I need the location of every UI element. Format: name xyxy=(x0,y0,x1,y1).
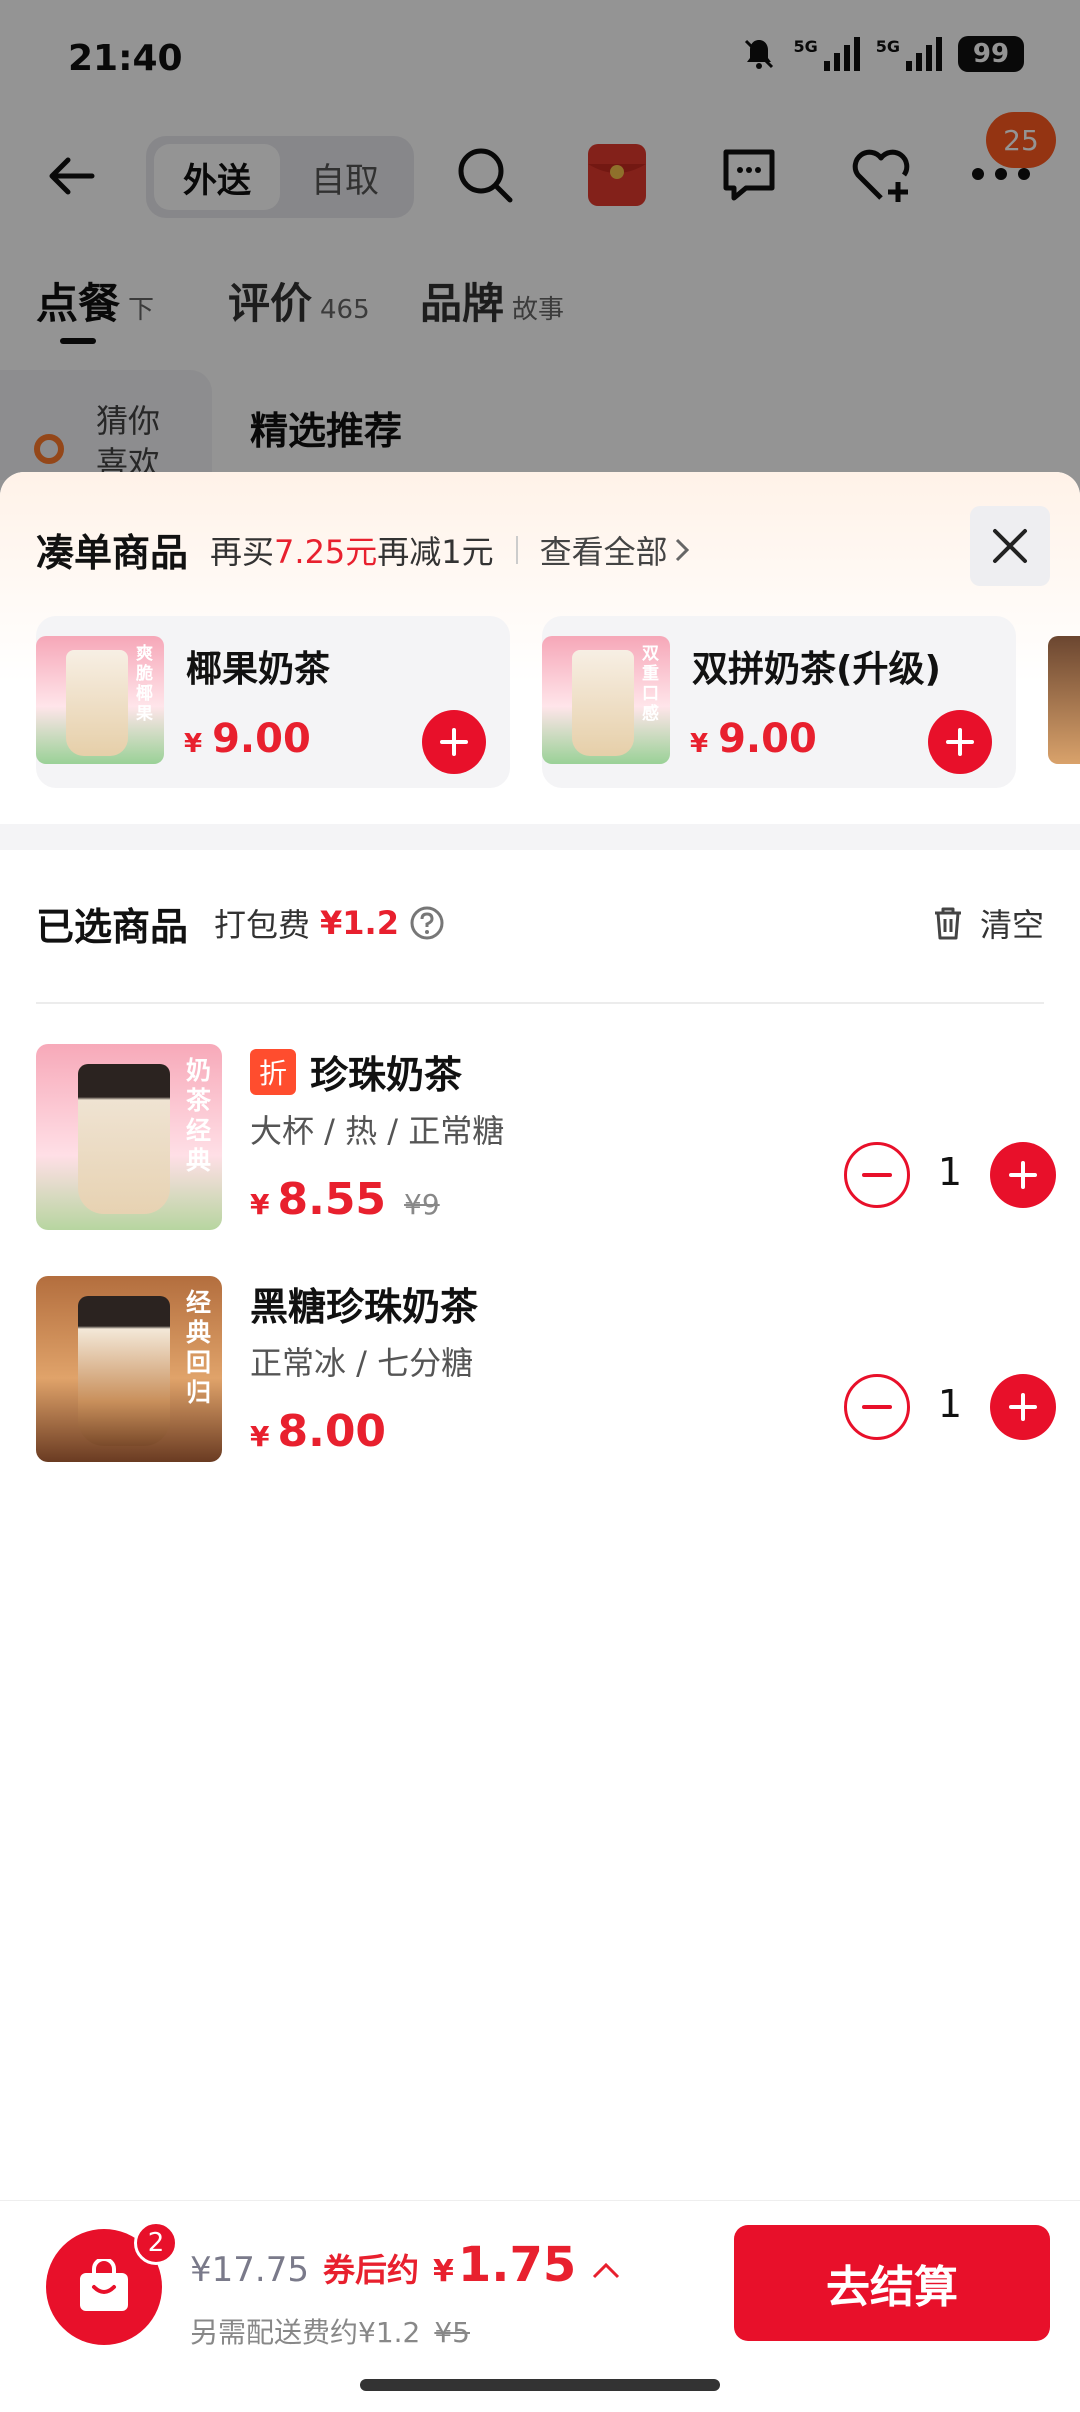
item-name-row: 折 珍珠奶茶 xyxy=(250,1044,462,1099)
addon-list[interactable]: 爽脆椰果 椰果奶茶 ¥9.00 双重口感 双拼奶茶(升级) ¥9.00 xyxy=(0,616,1080,792)
close-button[interactable] xyxy=(970,506,1050,586)
addon-price: ¥9.00 xyxy=(690,716,817,762)
decrease-button[interactable] xyxy=(844,1142,910,1208)
total-line[interactable]: ¥17.75 券后约 ¥1.75 xyxy=(190,2237,622,2293)
delivery-fee-line: 另需配送费约¥1.2 ¥5 xyxy=(190,2311,470,2351)
cart-sheet: 凑单商品 再买7.25元再减1元 查看全部 爽脆椰果 椰果奶茶 ¥9.00 双重… xyxy=(0,472,1080,2412)
addon-card[interactable]: 爽脆椰果 椰果奶茶 ¥9.00 xyxy=(36,616,510,788)
addon-name: 椰果奶茶 xyxy=(186,649,331,690)
image-caption: 爽脆椰果 xyxy=(136,644,153,724)
selected-title: 已选商品 xyxy=(36,905,189,949)
chevron-right-icon xyxy=(675,538,689,561)
item-price: ¥ 8.00 xyxy=(250,1406,387,1457)
add-button[interactable] xyxy=(928,710,992,774)
product-image: 奶茶经典 xyxy=(36,1044,222,1230)
decrease-button[interactable] xyxy=(844,1374,910,1440)
quantity-value: 1 xyxy=(937,1150,963,1194)
help-icon[interactable] xyxy=(409,905,445,941)
quantity-value: 1 xyxy=(937,1382,963,1426)
addon-section: 凑单商品 再买7.25元再减1元 查看全部 爽脆椰果 椰果奶茶 ¥9.00 双重… xyxy=(0,472,1080,824)
image-caption: 经典回归 xyxy=(186,1288,212,1407)
packing-fee-label: 打包费 xyxy=(214,906,311,944)
increase-button[interactable] xyxy=(990,1142,1056,1208)
product-image: 爽脆椰果 xyxy=(36,636,164,764)
checkout-bar: 2 ¥17.75 券后约 ¥1.75 另需配送费约¥1.2 ¥5 去结算 xyxy=(0,2200,1080,2412)
clear-label: 清空 xyxy=(979,906,1044,944)
addon-card-peek[interactable] xyxy=(1048,636,1080,764)
addon-hint: 再买7.25元再减1元 xyxy=(210,532,494,571)
item-name: 珍珠奶茶 xyxy=(310,1053,463,1097)
product-image: 双重口感 xyxy=(542,636,670,764)
chevron-up-icon xyxy=(593,2262,620,2279)
addon-price: ¥9.00 xyxy=(184,716,311,762)
cart-item: 奶茶经典 折 珍珠奶茶 大杯 / 热 / 正常糖 ¥ 8.55 ¥9 1 xyxy=(36,1044,1056,1234)
minus-icon xyxy=(862,1405,892,1409)
clear-cart-button[interactable]: 清空 xyxy=(932,900,1044,946)
original-total: ¥17.75 xyxy=(190,2250,309,2290)
section-separator xyxy=(0,824,1080,850)
increase-button[interactable] xyxy=(990,1374,1056,1440)
packing-fee: 打包费 ¥1.2 xyxy=(214,900,445,946)
close-icon xyxy=(993,529,1027,563)
selected-header: 已选商品 打包费 ¥1.2 清空 xyxy=(36,896,1044,956)
addon-header: 凑单商品 再买7.25元再减1元 查看全部 xyxy=(36,522,690,577)
plus-icon xyxy=(440,728,468,756)
item-spec: 正常冰 / 七分糖 xyxy=(250,1344,474,1382)
add-button[interactable] xyxy=(422,710,486,774)
item-spec: 大杯 / 热 / 正常糖 xyxy=(250,1112,505,1150)
quantity-stepper: 1 xyxy=(844,1374,1056,1440)
minus-icon xyxy=(862,1173,892,1177)
after-coupon-total: ¥1.75 xyxy=(432,2237,577,2293)
trash-icon xyxy=(934,907,961,940)
checkout-button[interactable]: 去结算 xyxy=(734,2225,1050,2341)
addon-title: 凑单商品 xyxy=(36,531,189,575)
product-image: 经典回归 xyxy=(36,1276,222,1462)
plus-icon xyxy=(1009,1393,1037,1421)
image-caption: 奶茶经典 xyxy=(186,1056,212,1175)
plus-icon xyxy=(946,728,974,756)
cart-count-badge: 2 xyxy=(134,2221,178,2265)
quantity-stepper: 1 xyxy=(844,1142,1056,1208)
home-indicator[interactable] xyxy=(360,2379,720,2391)
original-price: ¥9 xyxy=(404,1188,440,1221)
view-all-label: 查看全部 xyxy=(539,532,668,571)
divider xyxy=(515,535,518,564)
item-price: ¥ 8.55 ¥9 xyxy=(250,1174,440,1225)
addon-card[interactable]: 双重口感 双拼奶茶(升级) ¥9.00 xyxy=(542,616,1016,788)
after-coupon-label: 券后约 xyxy=(322,2251,419,2289)
image-caption: 双重口感 xyxy=(642,644,659,724)
divider xyxy=(36,1002,1044,1004)
view-all-link[interactable]: 查看全部 xyxy=(540,527,690,573)
packing-fee-value: ¥1.2 xyxy=(320,904,399,942)
delivery-original-fee: ¥5 xyxy=(434,2316,470,2349)
plus-icon xyxy=(1009,1161,1037,1189)
item-name: 黑糖珍珠奶茶 xyxy=(250,1285,479,1329)
shopping-bag-icon xyxy=(80,2259,128,2311)
item-name-row: 黑糖珍珠奶茶 xyxy=(250,1276,478,1331)
addon-name: 双拼奶茶(升级) xyxy=(692,649,941,690)
cart-item: 经典回归 黑糖珍珠奶茶 正常冰 / 七分糖 ¥ 8.00 1 xyxy=(36,1276,1056,1466)
delivery-fee-text: 另需配送费约¥1.2 xyxy=(190,2316,421,2349)
discount-badge: 折 xyxy=(250,1048,296,1095)
